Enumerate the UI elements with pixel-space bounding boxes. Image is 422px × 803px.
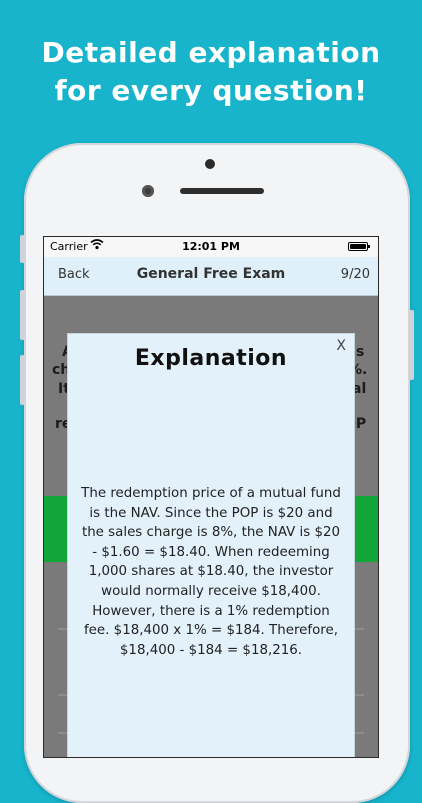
promo-line-1: Detailed explanation <box>41 36 381 69</box>
phone-volume-up <box>20 290 25 340</box>
phone-earpiece <box>180 188 264 194</box>
phone-camera <box>142 185 154 197</box>
phone-power-button <box>409 310 414 380</box>
phone-speaker <box>205 159 215 169</box>
phone-volume-down <box>20 355 25 405</box>
modal-title: Explanation <box>134 346 288 371</box>
phone-mute-switch <box>20 235 25 263</box>
page-title: General Free Exam <box>136 266 286 282</box>
status-bar: Carrier 12:01 PM <box>44 237 378 257</box>
explanation-text: The redemption price of a mutual fund is… <box>81 486 341 658</box>
promo-headline: Detailed explanation for every question! <box>0 34 422 110</box>
question-text-fragment: s <box>356 344 365 360</box>
explanation-modal: X Explanation The redemption price of a … <box>67 333 355 757</box>
question-counter: 9/20 <box>340 267 370 282</box>
app-screen: Carrier 12:01 PM Back General Free Exam … <box>43 236 379 758</box>
promo-line-2: for every question! <box>54 74 368 107</box>
battery-icon <box>348 242 370 251</box>
nav-bar: Back General Free Exam 9/20 <box>44 257 378 296</box>
status-time: 12:01 PM <box>182 240 240 253</box>
